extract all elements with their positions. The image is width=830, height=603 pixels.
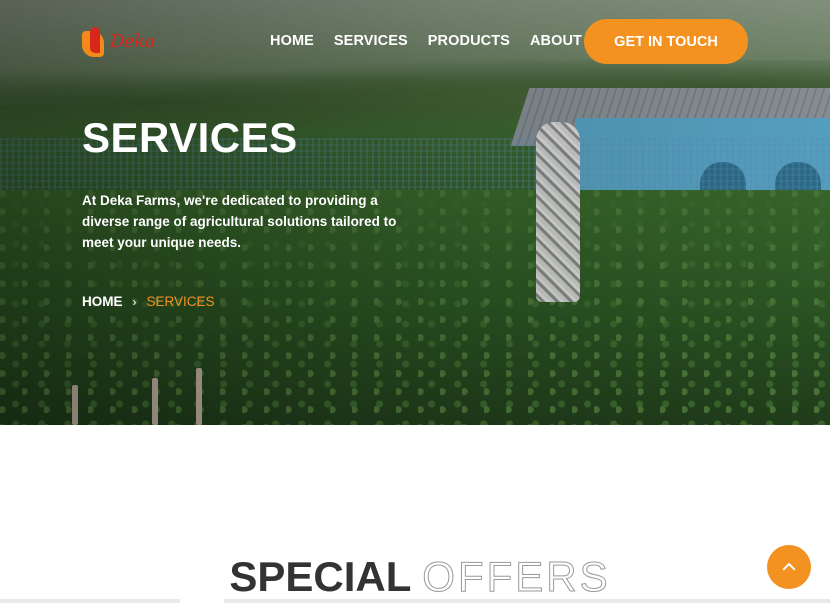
section-title-light: OFFERS <box>422 553 611 601</box>
chevron-up-icon <box>782 563 796 571</box>
nav-item-home[interactable]: HOME <box>270 33 314 49</box>
get-in-touch-button[interactable]: GET IN TOUCH <box>584 19 748 64</box>
breadcrumb-current: SERVICES <box>146 294 215 309</box>
nav-item-about[interactable]: ABOUT <box>530 33 582 49</box>
section-title: SPECIAL OFFERS <box>0 552 830 602</box>
nav-item-services[interactable]: SERVICES <box>334 33 408 49</box>
section-title-strong: SPECIAL <box>229 553 411 600</box>
main-nav: HOME SERVICES PRODUCTS ABOUT <box>270 33 602 49</box>
scroll-to-top-button[interactable] <box>767 545 811 589</box>
chevron-right-icon: › <box>132 294 137 309</box>
breadcrumb: HOME › SERVICES <box>82 294 215 309</box>
logo-text: Deka <box>110 30 155 52</box>
page-title: SERVICES <box>82 114 298 161</box>
brand-logo[interactable]: Deka <box>82 22 164 60</box>
logo-mark-icon <box>82 25 108 57</box>
nav-item-products[interactable]: PRODUCTS <box>428 33 510 49</box>
site-header: Deka HOME SERVICES PRODUCTS ABOUT GET IN… <box>0 0 830 88</box>
breadcrumb-home-link[interactable]: HOME <box>82 294 123 309</box>
content-strip <box>0 599 830 603</box>
content-strip-segment <box>180 599 224 603</box>
hero-description: At Deka Farms, we're dedicated to provid… <box>82 193 397 250</box>
